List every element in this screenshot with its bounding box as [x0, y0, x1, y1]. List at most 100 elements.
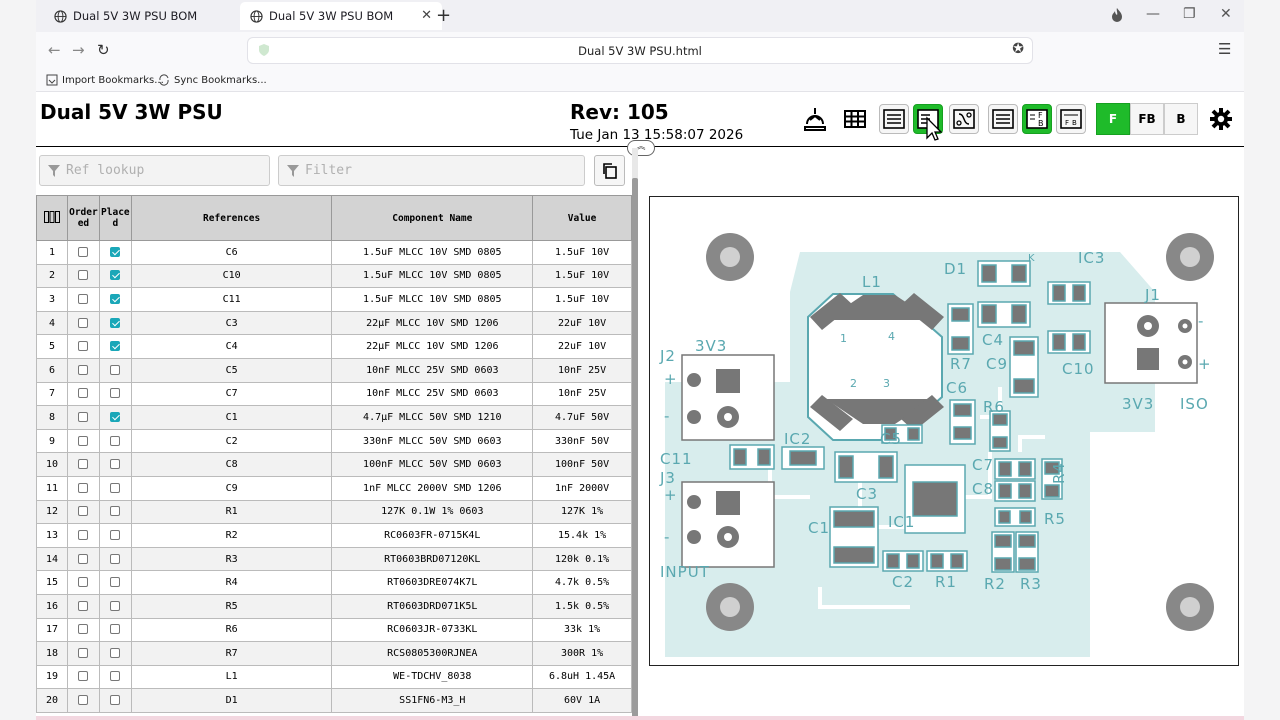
table-view-icon[interactable]	[840, 104, 870, 134]
placed-checkbox[interactable]	[110, 411, 121, 422]
table-row[interactable]: 14 R3 RT0603BRD07120KL 120k 0.1%	[36, 547, 632, 572]
ordered-checkbox[interactable]	[78, 600, 89, 611]
table-row[interactable]: 19 L1 WE-TDCHV_8038 6.8uH 1.45A	[36, 665, 632, 690]
table-row[interactable]: 9 C2 330nF MLCC 50V SMD 0603 330nF 50V	[36, 429, 632, 454]
table-row[interactable]: 17 R6 RC0603JR-0733KL 33k 1%	[36, 618, 632, 643]
list-view-icon[interactable]	[988, 104, 1018, 134]
table-row[interactable]: 6 C5 10nF MLCC 25V SMD 0603 10nF 25V	[36, 358, 632, 383]
table-row[interactable]: 3 C11 1.5uF MLCC 10V SMD 0805 1.5uF 10V	[36, 287, 632, 312]
ordered-checkbox[interactable]	[78, 695, 89, 706]
panel-splitter[interactable]	[632, 148, 638, 720]
table-row[interactable]: 16 R5 RT0603DRD071K5L 1.5k 0.5%	[36, 594, 632, 619]
ordered-checkbox[interactable]	[78, 341, 89, 352]
references-header[interactable]: References	[130, 195, 333, 241]
import-bookmarks-link[interactable]: Import Bookmarks...	[46, 74, 164, 86]
placed-checkbox[interactable]	[110, 624, 121, 635]
ordered-checkbox[interactable]	[78, 435, 89, 446]
ordered-checkbox[interactable]	[78, 364, 89, 375]
ordered-checkbox[interactable]	[78, 529, 89, 540]
placed-checkbox[interactable]	[110, 388, 121, 399]
placed-checkbox[interactable]	[110, 317, 121, 328]
ordered-checkbox[interactable]	[78, 270, 89, 281]
ordered-checkbox[interactable]	[78, 671, 89, 682]
component-name-header[interactable]: Component Name	[331, 195, 534, 241]
table-row[interactable]: 10 C8 100nF MLCC 50V SMD 0603 100nF 50V	[36, 452, 632, 477]
placed-checkbox[interactable]	[110, 600, 121, 611]
placed-checkbox[interactable]	[110, 435, 121, 446]
placed-checkbox[interactable]	[110, 647, 121, 658]
forward-icon[interactable]: →	[72, 41, 85, 59]
copy-bom-icon[interactable]	[594, 155, 625, 186]
bookmark-star-icon[interactable]: ✪	[1012, 41, 1024, 57]
front-back-split-icon[interactable]: FB	[1022, 104, 1052, 134]
placed-checkbox[interactable]	[110, 506, 121, 517]
ordered-checkbox[interactable]	[78, 482, 89, 493]
table-row[interactable]: 18 R7 RCS0805300RJNEA 300R 1%	[36, 641, 632, 666]
layer-front-back-button[interactable]: FB	[1130, 103, 1164, 135]
bom-only-icon[interactable]	[879, 104, 909, 134]
firefox-view-icon[interactable]	[1110, 7, 1124, 23]
ordered-checkbox[interactable]	[78, 577, 89, 588]
layer-front-button[interactable]: F	[1096, 103, 1130, 135]
back-icon[interactable]: ←	[48, 41, 61, 59]
table-row[interactable]: 4 C3 22µF MLCC 10V SMD 1206 22uF 10V	[36, 311, 632, 336]
ordered-checkbox[interactable]	[78, 293, 89, 304]
restore-icon[interactable]: ❐	[1183, 6, 1196, 22]
ordered-checkbox[interactable]	[78, 506, 89, 517]
table-row[interactable]: 15 R4 RT0603DRE074K7L 4.7k 0.5%	[36, 570, 632, 595]
table-row[interactable]: 1 C6 1.5uF MLCC 10V SMD 0805 1.5uF 10V	[36, 240, 632, 265]
placed-checkbox[interactable]	[110, 293, 121, 304]
table-row[interactable]: 7 C7 10nF MLCC 25V SMD 0603 10nF 25V	[36, 382, 632, 407]
scrollbar-thumb[interactable]	[632, 178, 638, 720]
layer-back-button[interactable]: B	[1164, 103, 1198, 135]
ordered-checkbox[interactable]	[78, 246, 89, 257]
minimize-icon[interactable]: —	[1146, 6, 1160, 22]
pcb-canvas-front[interactable]: L1 D1 IC3 J1 3V3 J2 R7 C4 C9 C10 C6 R6 IC2 C5 C11 J3 C3 C…	[649, 196, 1239, 666]
table-row[interactable]: 11 C9 1nF MLCC 2000V SMD 1206 1nF 2000V	[36, 476, 632, 501]
table-row[interactable]: 8 C1 4.7µF MLCC 50V SMD 1210 4.7uF 50V	[36, 405, 632, 430]
ref-lookup-input[interactable]: Ref lookup	[39, 155, 270, 186]
ordered-checkbox[interactable]	[78, 647, 89, 658]
url-bar[interactable]: Dual 5V 3W PSU.html ✪	[248, 38, 1032, 63]
ordered-checkbox[interactable]	[78, 459, 89, 470]
ordered-checkbox-td	[66, 641, 100, 666]
settings-gear-icon[interactable]	[1206, 104, 1236, 134]
close-window-icon[interactable]: ✕	[1220, 6, 1232, 22]
placed-checkbox[interactable]	[110, 529, 121, 540]
placed-checkbox[interactable]	[110, 482, 121, 493]
placed-checkbox[interactable]	[110, 341, 121, 352]
front-back-icon[interactable]: FB	[1056, 104, 1086, 134]
table-row[interactable]: 12 R1 127K 0.1W 1% 0603 127K 1%	[36, 500, 632, 525]
close-tab-icon[interactable]: ✕	[421, 8, 432, 23]
reload-icon[interactable]: ↻	[97, 41, 110, 59]
dark-mode-icon[interactable]	[800, 104, 830, 134]
bom-top-drawings-bottom-icon[interactable]	[949, 104, 979, 134]
placed-checkbox[interactable]	[110, 553, 121, 564]
placed-checkbox[interactable]	[110, 577, 121, 588]
table-row[interactable]: 13 R2 RC0603FR-0715K4L 15.4k 1%	[36, 523, 632, 548]
ordered-checkbox[interactable]	[78, 411, 89, 422]
ordered-checkbox[interactable]	[78, 553, 89, 564]
placed-header[interactable]: Placed	[98, 195, 132, 241]
ordered-checkbox[interactable]	[78, 388, 89, 399]
placed-checkbox[interactable]	[110, 270, 121, 281]
value-header[interactable]: Value	[532, 195, 632, 241]
placed-checkbox[interactable]	[110, 364, 121, 375]
ordered-checkbox[interactable]	[78, 317, 89, 328]
placed-checkbox[interactable]	[110, 671, 121, 682]
ordered-checkbox[interactable]	[78, 624, 89, 635]
placed-checkbox[interactable]	[110, 695, 121, 706]
placed-checkbox[interactable]	[110, 246, 121, 257]
table-row[interactable]: 20 D1 SS1FN6-M3_H 60V 1A	[36, 688, 632, 713]
table-row[interactable]: 2 C10 1.5uF MLCC 10V SMD 0805 1.5uF 10V	[36, 264, 632, 289]
table-row[interactable]: 5 C4 22µF MLCC 10V SMD 1206 22uF 10V	[36, 334, 632, 359]
column-settings-header[interactable]	[36, 195, 68, 241]
hamburger-menu-icon[interactable]: ☰	[1218, 40, 1231, 58]
new-tab-icon[interactable]: +	[436, 5, 451, 26]
tab-active[interactable]: Dual 5V 3W PSU BOM ✕	[240, 2, 442, 30]
sync-bookmarks-link[interactable]: Sync Bookmarks...	[158, 74, 267, 86]
tab-inactive[interactable]: Dual 5V 3W PSU BOM	[44, 2, 246, 30]
placed-checkbox[interactable]	[110, 459, 121, 470]
filter-input[interactable]: Filter	[278, 155, 585, 186]
ordered-header[interactable]: Ordered	[66, 195, 100, 241]
